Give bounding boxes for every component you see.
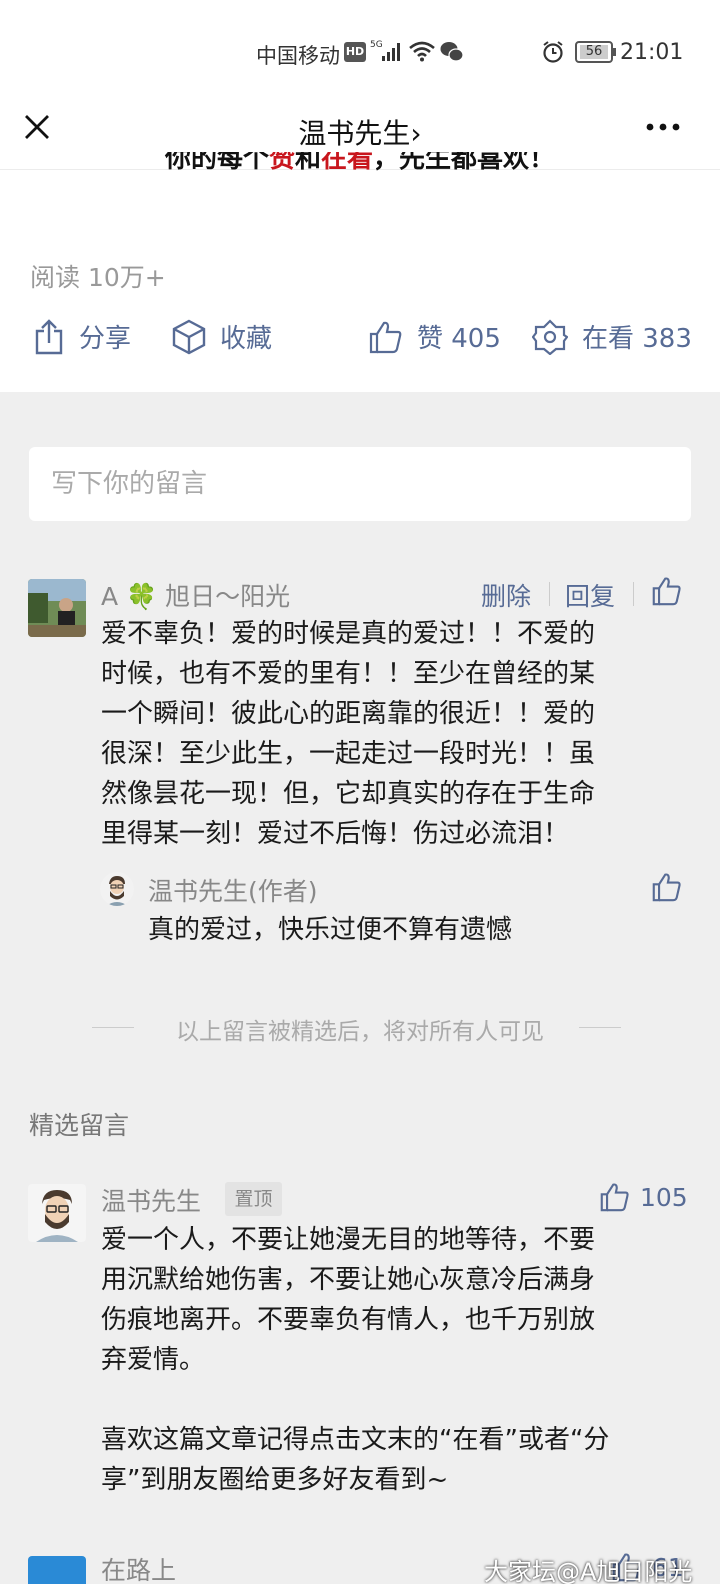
wow-count-label: 在看 383 <box>582 324 692 354</box>
alarm-icon <box>543 41 563 63</box>
author-reply-body: 真的爱过，快乐过便不算有遗憾 <box>148 915 513 945</box>
reply-button[interactable]: 回复 <box>565 577 615 613</box>
comment-body: 爱一个人，不要让她漫无目的地等待，不要 用沉默给她伤害，不要让她心灰意冷后满身 … <box>101 1225 610 1495</box>
like-count-label: 赞 405 <box>417 324 501 354</box>
comment-body: 爱不辜负！爱的时候是真的爱过！！不爱的 时候，也有不爱的里有！！至少在曾经的某 … <box>101 619 596 849</box>
share-button[interactable]: 分享 <box>33 318 131 355</box>
favorite-button[interactable]: 收藏 <box>172 318 272 355</box>
like-count: 105 <box>640 1183 688 1212</box>
featured-comments-title: 精选留言 <box>29 1111 130 1140</box>
wow-icon <box>532 318 568 355</box>
status-bar: 中国移动 HD 5G 56 21:01 <box>0 0 720 100</box>
hd-badge: HD <box>344 42 366 62</box>
pinned-badge: 置顶 <box>225 1182 282 1216</box>
clock: 21:01 <box>620 40 684 65</box>
separator <box>549 582 550 606</box>
battery-cap <box>613 48 616 56</box>
author-avatar[interactable] <box>100 872 134 906</box>
carrier-label: 中国移动 <box>256 44 340 68</box>
delete-button[interactable]: 删除 <box>481 577 531 613</box>
thumbs-up-icon[interactable] <box>600 1182 630 1212</box>
wifi-icon <box>409 41 435 62</box>
read-count: 阅读 10万+ <box>30 263 166 292</box>
account-title[interactable]: 温书先生› <box>0 112 720 152</box>
thumbs-up-icon[interactable] <box>652 872 682 902</box>
comment-nickname: 在路上 <box>101 1556 177 1584</box>
chevron-right-icon: › <box>410 117 422 150</box>
thumbs-up-icon[interactable] <box>652 576 682 606</box>
author-nickname: 温书先生(作者) <box>148 877 318 906</box>
article-action-bar: 分享 收藏 赞 405 在看 383 <box>0 318 720 368</box>
svg-text:5G: 5G <box>370 40 383 50</box>
favorite-label: 收藏 <box>220 324 273 354</box>
battery-icon: 56 <box>575 41 613 63</box>
separator <box>633 582 634 606</box>
thumbs-up-icon <box>369 321 402 353</box>
watermark: 大家坛@A旭日阳光 <box>484 1558 693 1584</box>
like-button[interactable]: 赞 405 <box>369 318 501 355</box>
signal-icon: 5G <box>370 40 400 61</box>
comment-input[interactable] <box>29 447 691 521</box>
avatar[interactable] <box>28 1556 86 1584</box>
avatar[interactable] <box>28 1184 86 1242</box>
share-icon <box>35 318 63 354</box>
avatar[interactable] <box>28 579 86 637</box>
visibility-notice: 以上留言被精选后，将对所有人可见 <box>176 1019 544 1045</box>
wow-button[interactable]: 在看 383 <box>532 318 692 355</box>
more-icon[interactable] <box>645 122 681 132</box>
comment-nickname: A 🍀 旭日～阳光 <box>101 582 291 611</box>
cube-icon <box>172 319 206 354</box>
comment-nickname: 温书先生 <box>101 1187 202 1216</box>
article-tail-text: 你的每个赞和在看，先生都喜欢！ <box>164 152 556 174</box>
wechat-icon <box>440 42 464 62</box>
share-label: 分享 <box>79 324 132 354</box>
